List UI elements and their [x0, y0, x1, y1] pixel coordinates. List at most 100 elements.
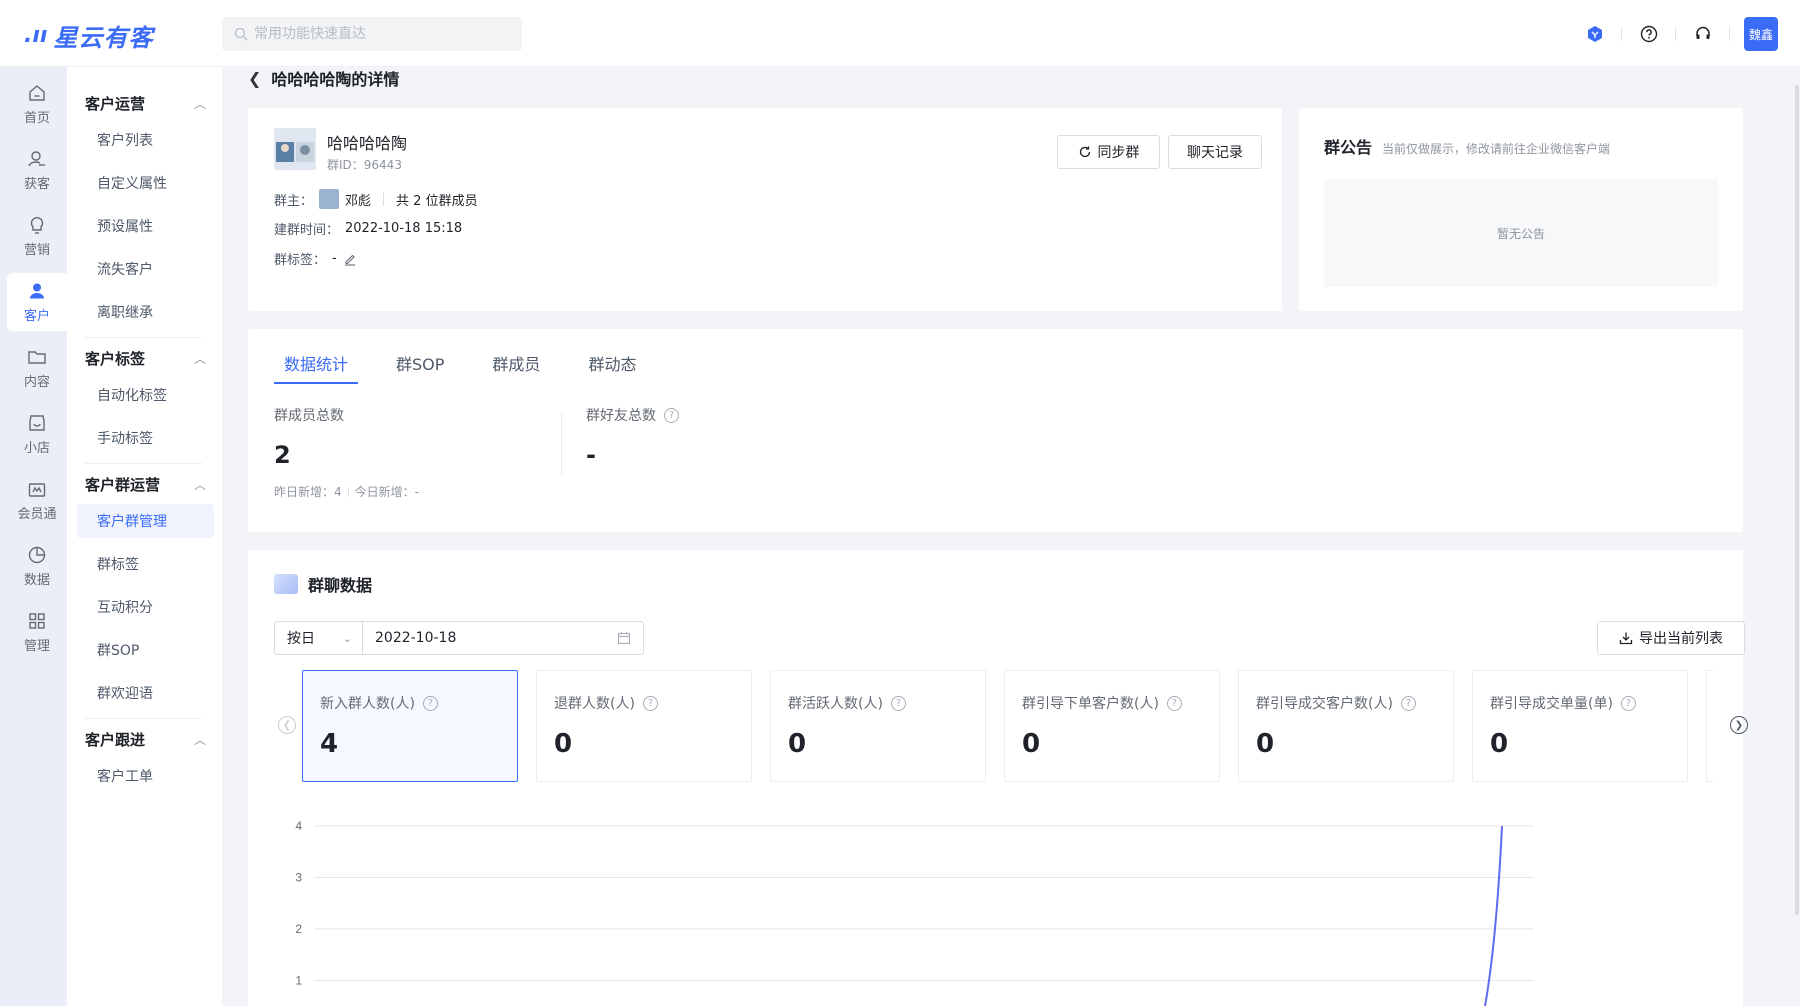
- metric-label-text: 新入群人数(人): [320, 696, 415, 712]
- chart-image-icon: [274, 574, 298, 594]
- page-title: 哈哈哈哈陶的详情: [271, 70, 400, 89]
- created-time: 2022-10-18 15:18: [345, 221, 463, 236]
- nav-item-welcome[interactable]: 群欢迎语: [77, 676, 214, 710]
- nav-item-group-tags[interactable]: 群标签: [77, 547, 214, 581]
- rail-item-manage[interactable]: 管理: [7, 603, 67, 661]
- yesterday-label: 昨日新增：: [274, 485, 335, 499]
- metric-value: 4: [320, 729, 339, 759]
- y-tick-label: 1: [295, 974, 302, 988]
- nav-group-follow-up[interactable]: 客户跟进 ︿: [67, 727, 222, 751]
- search-box[interactable]: [222, 17, 522, 51]
- metric-card[interactable]: 退群人数(人)? 0: [536, 670, 752, 782]
- group-id-value: 96443: [363, 158, 402, 172]
- help-icon[interactable]: ?: [890, 695, 906, 711]
- page-scrollbar[interactable]: [1795, 85, 1799, 915]
- customer-service-button[interactable]: [1676, 17, 1729, 51]
- help-button[interactable]: [1622, 17, 1675, 51]
- nav-group-customer-tags[interactable]: 客户标签 ︿: [67, 346, 222, 370]
- chat-history-button[interactable]: 聊天记录: [1168, 135, 1262, 169]
- metric-card[interactable]: 群引导下单客户数(人)? 0: [1004, 670, 1220, 782]
- metric-card[interactable]: 新入群人数(人)? 4: [302, 670, 518, 782]
- nav-item-group-manage[interactable]: 客户群管理: [77, 504, 214, 538]
- rail-item-membership[interactable]: 会员通: [7, 471, 67, 529]
- nav-item-manual-tags[interactable]: 手动标签: [77, 421, 214, 455]
- nav-group-title: 客户标签: [85, 349, 146, 368]
- divider: [85, 337, 202, 338]
- metric-card[interactable]: 群活跃人数(人)? 0: [770, 670, 986, 782]
- help-icon[interactable]: ?: [1166, 695, 1182, 711]
- metric-value: 0: [1022, 729, 1041, 759]
- metric-value: 0: [554, 729, 573, 759]
- date-input[interactable]: 2022-10-18: [363, 622, 643, 654]
- rail-label: 客户: [23, 308, 50, 324]
- carousel-next-button[interactable]: ❯: [1730, 716, 1748, 734]
- period-select-value: 按日: [287, 631, 315, 647]
- export-list-button[interactable]: 导出当前列表: [1597, 621, 1745, 655]
- nav-item-lost-customers[interactable]: 流失客户: [77, 252, 214, 286]
- nav-item-preset-attrs[interactable]: 预设属性: [77, 209, 214, 243]
- nav-item-resign-inherit[interactable]: 离职继承: [77, 295, 214, 329]
- help-icon[interactable]: ?: [1620, 695, 1636, 711]
- back-arrow-icon[interactable]: ❮: [248, 69, 261, 88]
- sync-group-label: 同步群: [1097, 145, 1140, 161]
- help-icon: [1640, 25, 1657, 43]
- rail-item-data[interactable]: 数据: [7, 537, 67, 595]
- metric-label-text: 群活跃人数(人): [788, 696, 883, 712]
- rail-item-content[interactable]: 内容: [7, 339, 67, 397]
- help-icon[interactable]: ?: [1400, 695, 1416, 711]
- help-icon[interactable]: ?: [664, 407, 679, 423]
- nav-item-customer-list[interactable]: 客户列表: [77, 123, 214, 157]
- brand-logo[interactable]: .ıı 星云有客: [24, 20, 154, 52]
- metric-card[interactable]: 群引导成交客户数(人)? 0: [1238, 670, 1454, 782]
- tab-data-stats[interactable]: 数据统计: [274, 341, 359, 384]
- user-avatar[interactable]: 魏鑫: [1744, 17, 1778, 51]
- tag-label: 群标签：: [274, 253, 327, 268]
- folder-icon: [28, 350, 46, 364]
- period-select[interactable]: 按日 ⌄: [275, 622, 363, 654]
- created-label: 建群时间：: [274, 223, 340, 238]
- nav-item-group-sop[interactable]: 群SOP: [77, 633, 214, 667]
- metric-card[interactable]: 群引导成交单量(单)? 0: [1472, 670, 1688, 782]
- metric-label: 新入群人数(人)?: [320, 693, 517, 713]
- metric-label-text: 退群人数(人): [554, 696, 635, 712]
- nav-item-work-order[interactable]: 客户工单: [77, 759, 214, 793]
- rail-item-customer[interactable]: 客户: [7, 273, 67, 331]
- carousel-prev-button[interactable]: ❮: [278, 716, 296, 734]
- tab-group-sop[interactable]: 群SOP: [386, 341, 454, 384]
- crown-icon: [28, 482, 46, 497]
- rail-item-marketing[interactable]: 营销: [7, 207, 67, 265]
- header-actions: 魏鑫: [1568, 17, 1778, 51]
- edit-icon[interactable]: [343, 252, 357, 266]
- nav-item-custom-attrs[interactable]: 自定义属性: [77, 166, 214, 200]
- rail-item-acquire[interactable]: 获客: [7, 141, 67, 199]
- sync-group-button[interactable]: 同步群: [1057, 135, 1160, 169]
- rail-item-shop[interactable]: 小店: [7, 405, 67, 463]
- main-content: ❮ 哈哈哈哈陶的详情 哈哈哈哈陶 群ID：96443 同步群 聊天记录 群主： …: [222, 67, 1800, 1006]
- owner-label: 群主：: [274, 193, 314, 209]
- tab-group-members[interactable]: 群成员: [482, 341, 550, 384]
- help-icon[interactable]: ?: [642, 695, 658, 711]
- calendar-icon: [617, 632, 631, 645]
- tab-group-activity[interactable]: 群动态: [578, 341, 646, 384]
- metric-label: 群活跃人数(人)?: [788, 693, 985, 713]
- divider: [347, 486, 349, 497]
- detail-tabs: 数据统计 群SOP 群成员 群动态: [274, 341, 674, 384]
- group-info-card: 哈哈哈哈陶 群ID：96443 同步群 聊天记录 群主： 邓彪 共 2 位群成员…: [248, 108, 1282, 311]
- main-nav-rail: 首页 获客 营销 客户 内容 小店 会员通 数据 管理: [0, 67, 67, 1006]
- y-tick-label: 4: [295, 819, 302, 833]
- search-input[interactable]: [254, 26, 504, 42]
- nav-group-customer-ops[interactable]: 客户运营 ︿: [67, 91, 222, 115]
- help-icon[interactable]: ?: [422, 695, 438, 711]
- rail-item-home[interactable]: 首页: [7, 75, 67, 133]
- metric-label-text: 群引导成交单量(单): [1490, 696, 1613, 712]
- nav-item-points[interactable]: 互动积分: [77, 590, 214, 624]
- stat-label-text: 群好友总数: [586, 408, 656, 424]
- app-cube-button[interactable]: [1568, 17, 1621, 51]
- group-owner-line: 群主： 邓彪 共 2 位群成员: [274, 189, 478, 209]
- divider: [85, 463, 202, 464]
- nav-group-group-ops[interactable]: 客户群运营 ︿: [67, 472, 222, 496]
- stat-value: 2: [274, 441, 291, 469]
- metric-label-text: 群引导成交客户数(人): [1256, 696, 1393, 712]
- brand-name: 星云有客: [53, 23, 154, 52]
- nav-item-auto-tags[interactable]: 自动化标签: [77, 378, 214, 412]
